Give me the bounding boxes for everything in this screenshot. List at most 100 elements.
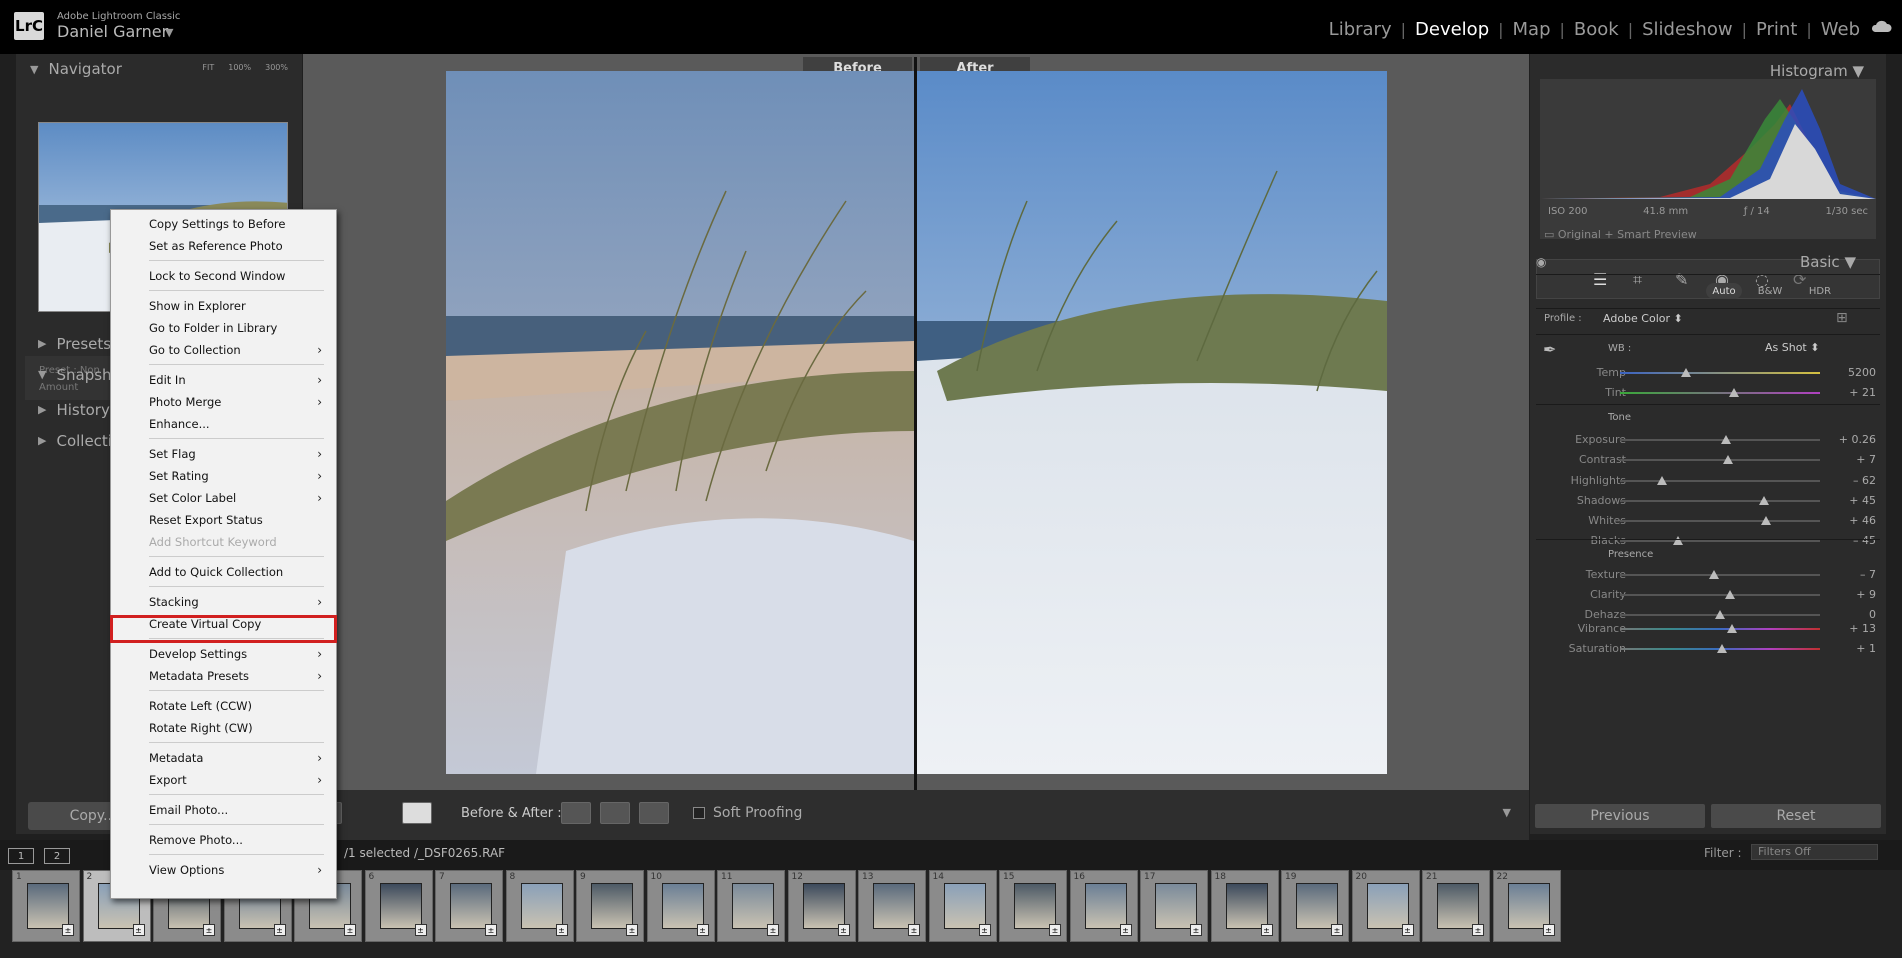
histogram-title[interactable]: Histogram ▼ (1770, 62, 1864, 80)
slider-track[interactable] (1620, 392, 1820, 394)
slider-track[interactable] (1620, 628, 1820, 630)
slider-knob[interactable] (1709, 570, 1719, 579)
filmstrip-thumbnail[interactable]: 17 ± (1140, 870, 1208, 942)
menu-item-metadata-presets[interactable]: Metadata Presets › (111, 665, 336, 687)
profile-browser-icon[interactable]: ⊞ (1836, 310, 1848, 326)
toolbar-menu-chevron-icon[interactable]: ▼ (1503, 806, 1511, 819)
slider-knob[interactable] (1657, 476, 1667, 485)
filmstrip-thumbnail[interactable]: 11 ± (717, 870, 785, 942)
slider-track[interactable] (1620, 520, 1820, 522)
previous-button[interactable]: Previous (1535, 804, 1705, 828)
menu-item-email-photo[interactable]: Email Photo... (111, 799, 336, 821)
menu-item-metadata[interactable]: Metadata › (111, 747, 336, 769)
filmstrip-thumbnail[interactable]: 7 ± (435, 870, 503, 942)
soft-proofing-checkbox[interactable] (693, 807, 705, 819)
menu-item-set-rating[interactable]: Set Rating › (111, 465, 336, 487)
before-photo[interactable] (446, 71, 914, 774)
filmstrip-thumbnail[interactable]: 12 ± (787, 870, 856, 942)
filmstrip-thumbnail[interactable]: 20 ± (1351, 870, 1420, 942)
slider-knob[interactable] (1717, 644, 1727, 653)
menu-item-set-color-label[interactable]: Set Color Label › (111, 487, 336, 509)
basic-panel-title[interactable]: Basic ▼ (1800, 253, 1856, 271)
crop-icon[interactable]: ⌗ (1633, 270, 1642, 290)
slider-whites[interactable]: Whites + 46 (1530, 513, 1886, 529)
healing-icon[interactable]: ✎ (1675, 270, 1688, 289)
reset-button[interactable]: Reset (1711, 804, 1881, 828)
wb-select[interactable]: As Shot ⬍ (1765, 341, 1819, 354)
filmstrip-thumbnail[interactable]: 16 ± (1069, 870, 1138, 942)
slider-exposure[interactable]: Exposure + 0.26 (1530, 432, 1886, 448)
menu-item-rotate-left-ccw[interactable]: Rotate Left (CCW) (111, 695, 336, 717)
menu-item-remove-photo[interactable]: Remove Photo... (111, 829, 336, 851)
slider-value[interactable]: 0 (1869, 608, 1876, 621)
slider-knob[interactable] (1673, 536, 1683, 545)
zoom-100[interactable]: 100% (228, 63, 251, 72)
filter-select[interactable]: Filters Off (1751, 844, 1878, 860)
menu-item-enhance[interactable]: Enhance... (111, 413, 336, 435)
user-name[interactable]: Daniel Garner (57, 22, 168, 41)
module-map[interactable]: Map (1513, 19, 1551, 40)
chevron-down-icon[interactable]: ▼ (165, 26, 173, 39)
menu-item-go-to-collection[interactable]: Go to Collection › (111, 339, 336, 361)
slider-value[interactable]: + 0.26 (1839, 433, 1876, 446)
cloud-icon[interactable] (1870, 19, 1892, 33)
zoom-fit[interactable]: FIT (202, 63, 214, 72)
menu-item-export[interactable]: Export › (111, 769, 336, 791)
filmstrip-thumbnail[interactable]: 22 ± (1492, 870, 1561, 942)
slider-track[interactable] (1620, 459, 1820, 461)
slider-value[interactable]: 5200 (1848, 366, 1876, 379)
copy-before-to-after-button[interactable] (561, 802, 591, 824)
menu-item-develop-settings[interactable]: Develop Settings › (111, 643, 336, 665)
module-print[interactable]: Print (1756, 19, 1797, 40)
slider-temp[interactable]: Temp 5200 (1530, 365, 1886, 381)
white-balance-eyedropper-icon[interactable]: ✒ (1543, 340, 1556, 359)
slider-highlights[interactable]: Highlights – 62 (1530, 473, 1886, 489)
module-slideshow[interactable]: Slideshow (1642, 19, 1732, 40)
menu-item-copy-settings-to-before[interactable]: Copy Settings to Before (111, 213, 336, 235)
filmstrip-thumbnail[interactable]: 21 ± (1422, 870, 1490, 942)
copy-after-to-before-button[interactable] (600, 802, 630, 824)
slider-knob[interactable] (1759, 496, 1769, 505)
filmstrip-thumbnail[interactable]: 10 ± (646, 870, 715, 942)
hdr-button[interactable]: HDR (1802, 283, 1838, 299)
slider-value[interactable]: – 62 (1853, 474, 1876, 487)
second-screen-button[interactable]: 2 (44, 848, 70, 864)
slider-value[interactable]: + 7 (1856, 453, 1876, 466)
filmstrip-thumbnail[interactable]: 14 ± (928, 870, 997, 942)
slider-knob[interactable] (1715, 610, 1725, 619)
slider-value[interactable]: – 7 (1860, 568, 1876, 581)
slider-shadows[interactable]: Shadows + 45 (1530, 493, 1886, 509)
menu-item-add-to-quick-collection[interactable]: Add to Quick Collection (111, 561, 336, 583)
filmstrip-thumbnail[interactable]: 13 ± (858, 870, 926, 942)
zoom-300[interactable]: 300% (265, 63, 288, 72)
slider-value[interactable]: + 45 (1849, 494, 1876, 507)
slider-value[interactable]: – 45 (1853, 534, 1876, 547)
swap-before-after-button[interactable] (639, 802, 669, 824)
filmstrip-thumbnail[interactable]: 19 ± (1281, 870, 1349, 942)
filmstrip-thumbnail[interactable]: 8 ± (505, 870, 574, 942)
slider-value[interactable]: + 46 (1849, 514, 1876, 527)
menu-item-view-options[interactable]: View Options › (111, 859, 336, 881)
module-web[interactable]: Web (1821, 19, 1860, 40)
slider-contrast[interactable]: Contrast + 7 (1530, 452, 1886, 468)
slider-track[interactable] (1620, 480, 1820, 482)
bw-button[interactable]: B&W (1752, 283, 1788, 299)
filmstrip-thumbnail[interactable]: 1 ± (12, 870, 80, 942)
edit-sliders-icon[interactable]: ☰ (1593, 270, 1607, 289)
slider-tint[interactable]: Tint + 21 (1530, 385, 1886, 401)
slider-value[interactable]: + 13 (1849, 622, 1876, 635)
auto-button[interactable]: Auto (1706, 283, 1742, 299)
filmstrip-thumbnail[interactable]: 18 ± (1210, 870, 1279, 942)
module-book[interactable]: Book (1574, 19, 1619, 40)
slider-vibrance[interactable]: Vibrance + 13 (1530, 621, 1886, 637)
slider-value[interactable]: + 9 (1856, 588, 1876, 601)
menu-item-stacking[interactable]: Stacking › (111, 591, 336, 613)
slider-knob[interactable] (1723, 455, 1733, 464)
main-screen-button[interactable]: 1 (8, 848, 34, 864)
slider-texture[interactable]: Texture – 7 (1530, 567, 1886, 583)
menu-item-lock-to-second-window[interactable]: Lock to Second Window (111, 265, 336, 287)
menu-item-set-flag[interactable]: Set Flag › (111, 443, 336, 465)
slider-clarity[interactable]: Clarity + 9 (1530, 587, 1886, 603)
slider-knob[interactable] (1725, 590, 1735, 599)
slider-knob[interactable] (1729, 388, 1739, 397)
